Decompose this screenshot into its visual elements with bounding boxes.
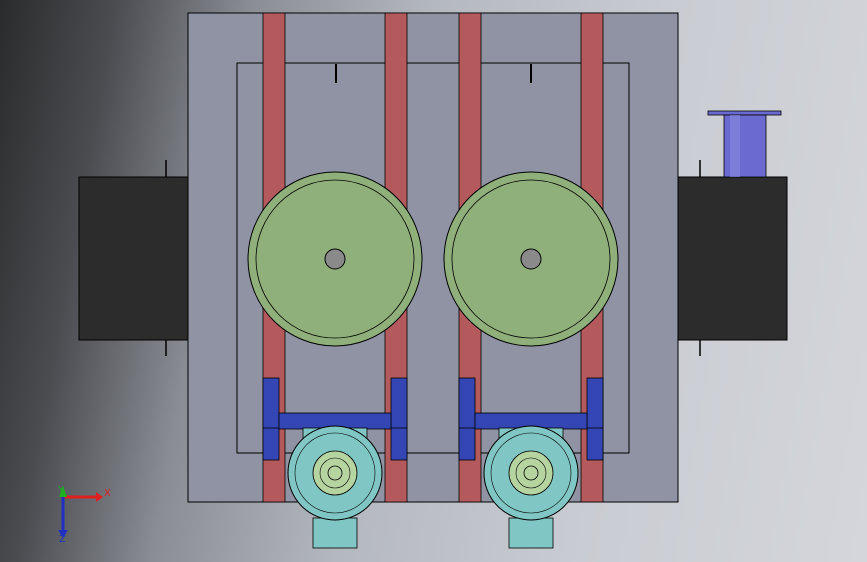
bracket-post	[390, 377, 408, 461]
axis-triad-icon: X Y Z	[57, 485, 111, 545]
bracket-post	[458, 377, 476, 461]
x-axis-label: X	[104, 488, 111, 499]
inlet-pipe[interactable]	[707, 110, 782, 178]
motor-shaft	[523, 465, 539, 481]
motor-base	[508, 517, 554, 549]
bracket-post	[262, 377, 280, 461]
drum-2[interactable]	[443, 171, 619, 347]
cad-model-view[interactable]: X Y Z	[0, 0, 867, 562]
drum-hub	[324, 248, 346, 270]
motor-shaft	[327, 465, 343, 481]
bracket-post	[586, 377, 604, 461]
left-side-block[interactable]	[78, 160, 190, 356]
motor-base	[312, 517, 358, 549]
z-axis-label: Z	[59, 534, 66, 545]
drum-hub	[520, 248, 542, 270]
drum-1[interactable]	[247, 171, 423, 347]
y-axis-label: Y	[57, 485, 65, 496]
graphics-viewport[interactable]: X Y Z	[0, 0, 867, 562]
right-side-block[interactable]	[677, 160, 788, 356]
